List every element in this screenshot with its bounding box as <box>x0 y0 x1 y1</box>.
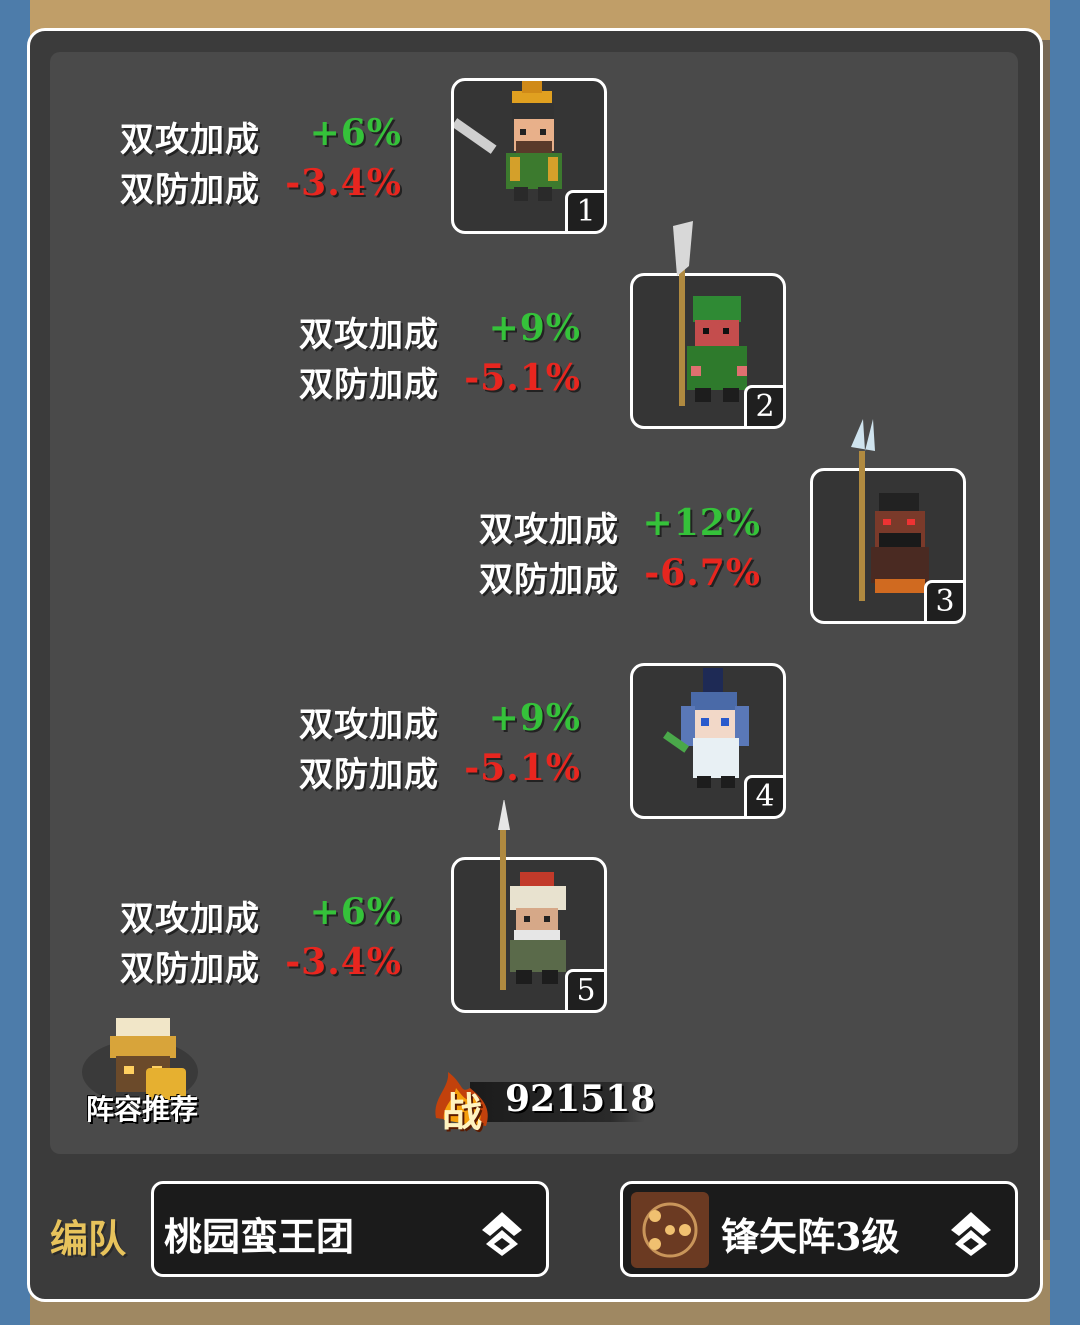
formation-name: 锋矢阵3级 <box>721 1214 900 1259</box>
lineup-recommend-button[interactable]: 阵容推荐 <box>72 1010 212 1130</box>
atk-bonus-value: +12% <box>642 502 761 544</box>
atk-bonus-label: 双攻加成 <box>479 510 619 550</box>
atk-bonus-label: 双攻加成 <box>299 315 439 355</box>
power-value: 921518 <box>505 1078 656 1120</box>
hero-card-slot-5[interactable]: 5 <box>451 800 607 1013</box>
def-bonus-label: 双防加成 <box>299 365 439 405</box>
chevron-up-icon <box>482 1212 522 1256</box>
team-label: 编队 <box>50 1216 127 1261</box>
def-bonus-value: -5.1% <box>464 357 581 399</box>
atk-bonus-label: 双攻加成 <box>120 899 260 939</box>
def-bonus-label: 双防加成 <box>120 170 260 210</box>
hero-card-slot-4[interactable]: 4 <box>630 663 786 819</box>
def-bonus-label: 双防加成 <box>120 949 260 989</box>
def-bonus-label: 双防加成 <box>479 560 619 600</box>
atk-bonus-value: +6% <box>309 891 402 933</box>
slot-number-badge: 3 <box>924 580 966 624</box>
atk-bonus-value: +6% <box>309 112 402 154</box>
def-bonus-value: -3.4% <box>285 162 402 204</box>
hero-card-slot-2[interactable]: 2 <box>630 221 786 429</box>
formation-select[interactable]: 锋矢阵3级 <box>620 1181 1018 1277</box>
slot-number-badge: 1 <box>565 190 607 234</box>
team-select[interactable]: 桃园蛮王团 <box>151 1181 549 1277</box>
def-bonus-value: -6.7% <box>644 552 761 594</box>
formation-icon <box>631 1192 709 1268</box>
def-bonus-value: -5.1% <box>464 747 581 789</box>
atk-bonus-label: 双攻加成 <box>299 705 439 745</box>
slot-number-badge: 4 <box>744 775 786 819</box>
hero-card-slot-1[interactable]: 1 <box>451 78 607 234</box>
chevron-up-icon <box>951 1212 991 1256</box>
power-glyph: 战 <box>442 1089 482 1136</box>
slot-number-badge: 5 <box>565 969 607 1013</box>
atk-bonus-value: +9% <box>488 307 581 349</box>
recommend-label: 阵容推荐 <box>85 1093 198 1126</box>
atk-bonus-label: 双攻加成 <box>120 120 260 160</box>
team-name: 桃园蛮王团 <box>164 1214 355 1259</box>
atk-bonus-value: +9% <box>488 697 581 739</box>
def-bonus-value: -3.4% <box>285 941 402 983</box>
combat-power: 战 921518 <box>430 1068 655 1136</box>
slot-number-badge: 2 <box>744 385 786 429</box>
def-bonus-label: 双防加成 <box>299 755 439 795</box>
hero-card-slot-3[interactable]: 3 <box>810 419 966 624</box>
